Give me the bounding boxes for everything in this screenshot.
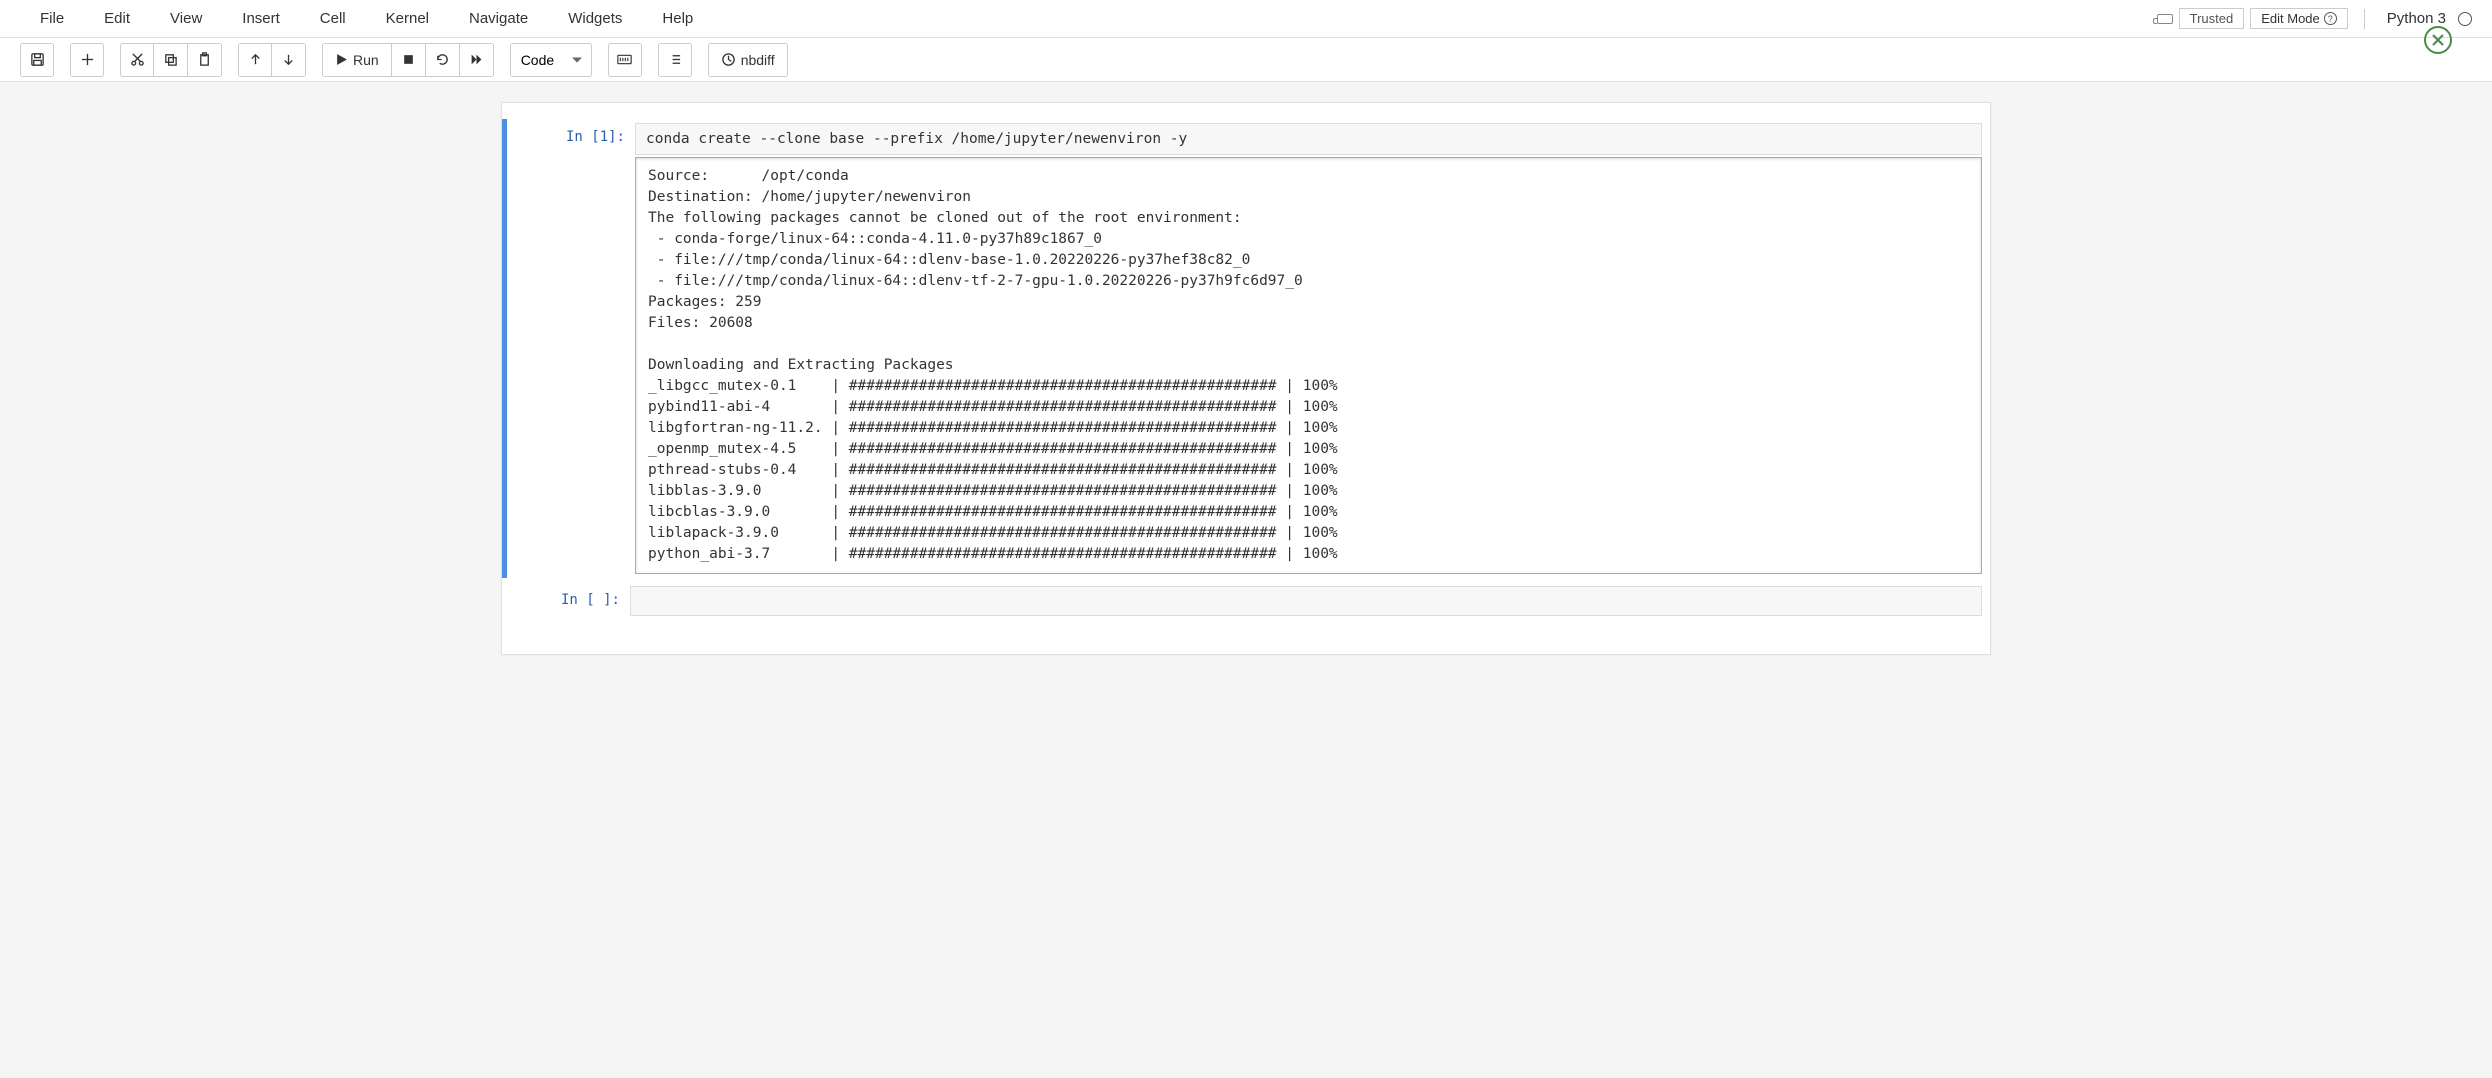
code-input[interactable]: conda create --clone base --prefix /home… (635, 123, 1982, 155)
menubar: File Edit View Insert Cell Kernel Naviga… (0, 0, 2492, 38)
move-up-button[interactable] (238, 43, 272, 77)
trusted-badge[interactable]: Trusted (2179, 8, 2245, 29)
code-cell[interactable]: In [1]: conda create --clone base --pref… (502, 119, 1990, 578)
cell-type-select[interactable]: Code (510, 43, 592, 77)
toolbar: Run Code nbdiff (0, 38, 2492, 82)
menu-file[interactable]: File (20, 2, 84, 35)
cut-button[interactable] (120, 43, 154, 77)
restart-button[interactable] (426, 43, 460, 77)
save-button[interactable] (20, 43, 54, 77)
menu-navigate[interactable]: Navigate (449, 2, 548, 35)
restart-run-all-button[interactable] (460, 43, 494, 77)
divider (2364, 9, 2365, 29)
menu-view[interactable]: View (150, 2, 222, 35)
menu-insert[interactable]: Insert (222, 2, 300, 35)
toc-button[interactable] (658, 43, 692, 77)
menu-cell[interactable]: Cell (300, 2, 366, 35)
cell-prompt: In [1]: (515, 123, 635, 574)
close-button[interactable] (2424, 26, 2452, 54)
cell-output[interactable]: Source: /opt/conda Destination: /home/ju… (635, 157, 1982, 574)
status-area: Trusted Edit Mode ? Python 3 (2157, 8, 2472, 29)
help-icon: ? (2324, 12, 2337, 25)
menu-help[interactable]: Help (642, 2, 713, 35)
kernel-name[interactable]: Python 3 (2381, 10, 2452, 27)
nbdiff-label: nbdiff (741, 52, 775, 68)
edit-mode-badge[interactable]: Edit Mode ? (2250, 8, 2348, 29)
run-label: Run (353, 52, 379, 68)
move-down-button[interactable] (272, 43, 306, 77)
interrupt-button[interactable] (392, 43, 426, 77)
cell-prompt: In [ ]: (510, 586, 630, 616)
copy-button[interactable] (154, 43, 188, 77)
code-cell[interactable]: In [ ]: (502, 582, 1990, 620)
run-button[interactable]: Run (322, 43, 392, 77)
command-palette-button[interactable] (608, 43, 642, 77)
menu-widgets[interactable]: Widgets (548, 2, 642, 35)
add-cell-button[interactable] (70, 43, 104, 77)
notification-icon (2157, 14, 2173, 24)
kernel-indicator-icon[interactable] (2458, 12, 2472, 26)
menu-edit[interactable]: Edit (84, 2, 150, 35)
nbdiff-button[interactable]: nbdiff (708, 43, 788, 77)
paste-button[interactable] (188, 43, 222, 77)
notebook-container: In [1]: conda create --clone base --pref… (501, 102, 1991, 655)
menu-kernel[interactable]: Kernel (366, 2, 449, 35)
edit-mode-label: Edit Mode (2261, 11, 2320, 26)
code-input[interactable] (630, 586, 1982, 616)
